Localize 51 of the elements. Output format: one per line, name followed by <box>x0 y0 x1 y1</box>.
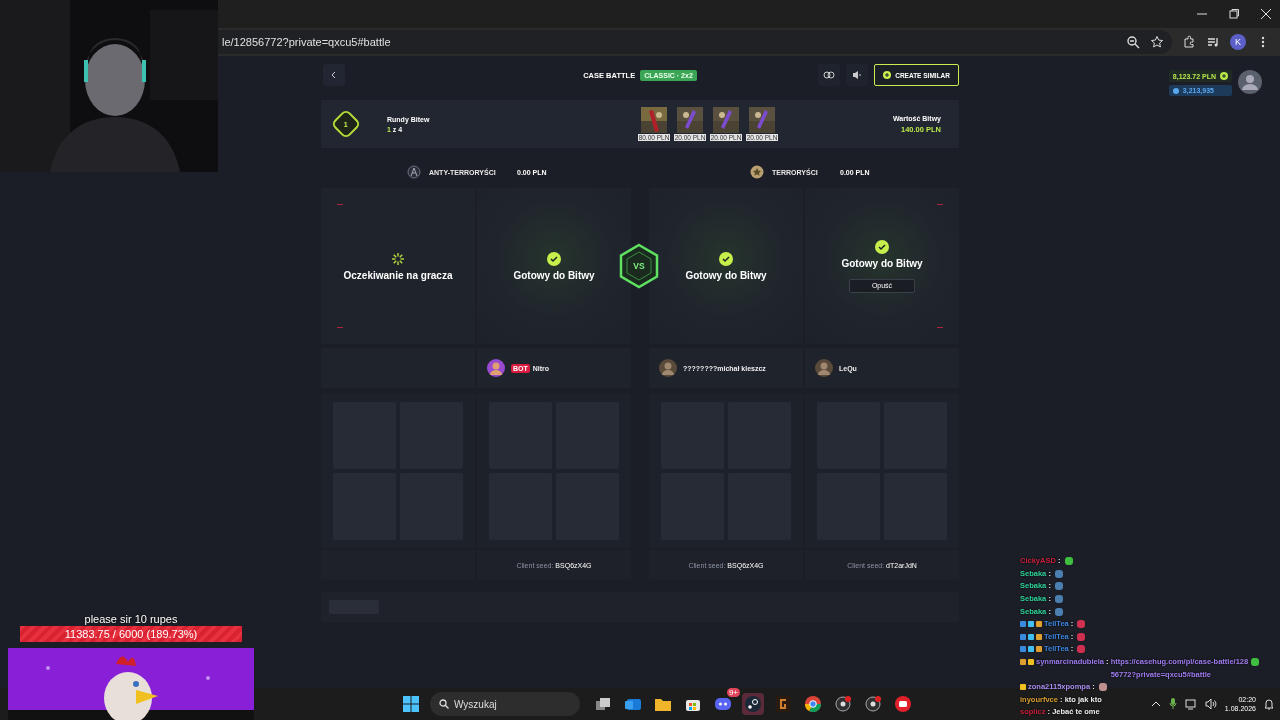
slot-status: Oczekiwanie na gracza <box>343 269 453 281</box>
zoom-icon[interactable] <box>1126 35 1140 49</box>
slot-status: Gotowy do Bitwy <box>685 269 767 281</box>
check-icon <box>719 251 733 266</box>
corner-mark <box>337 327 343 328</box>
profile-avatar[interactable]: K <box>1230 34 1246 50</box>
plus-icon[interactable] <box>1220 72 1228 80</box>
caret-up-icon[interactable] <box>1150 700 1161 708</box>
windows-logo-icon[interactable] <box>400 693 422 715</box>
slot-status: Gotowy do Bitwy <box>513 269 595 281</box>
recorder-icon[interactable] <box>832 693 854 715</box>
coin-icon <box>1172 87 1179 94</box>
avatar <box>815 359 833 377</box>
media-icon[interactable] <box>1206 35 1220 49</box>
microphone-icon[interactable] <box>1168 698 1177 710</box>
recorder-icon[interactable] <box>862 693 884 715</box>
address-bar[interactable]: le/12856772?private=qxcu5#battle <box>218 30 1172 54</box>
network-icon[interactable] <box>1184 698 1197 710</box>
link-button[interactable] <box>818 64 841 86</box>
team-emblem-icon <box>750 165 764 179</box>
search-field[interactable]: Wyszukaj <box>430 692 580 716</box>
avatar <box>659 359 677 377</box>
sound-button[interactable] <box>846 64 869 86</box>
versus-badge: VS <box>617 243 661 289</box>
donation-goal-title: please sir 10 rupes <box>84 613 178 625</box>
user-avatar[interactable] <box>1238 70 1262 94</box>
slot-status: Gotowy do Bitwy <box>841 257 923 269</box>
loading-spinner-icon <box>391 251 405 266</box>
speaker-icon <box>852 70 863 80</box>
game-launcher-icon[interactable] <box>742 693 764 715</box>
chat-app-icon[interactable] <box>715 697 731 711</box>
chevron-left-icon <box>330 71 338 79</box>
star-icon[interactable] <box>1150 35 1164 49</box>
check-icon <box>875 239 889 254</box>
link-icon <box>823 71 836 79</box>
notification-badge: 9+ <box>726 688 740 697</box>
close-icon[interactable] <box>1260 8 1272 20</box>
corner-mark <box>337 204 343 205</box>
avatar <box>487 359 505 377</box>
browser-icon[interactable] <box>802 693 824 715</box>
search-icon <box>439 699 449 709</box>
puzzle-icon[interactable] <box>1182 35 1196 49</box>
corner-mark <box>937 327 943 328</box>
corner-mark <box>937 204 943 205</box>
donation-progress-bar: 11383.75 / 6000 (189.73%) <box>20 626 242 642</box>
speaker-icon[interactable] <box>1204 698 1217 710</box>
team-emblem-icon <box>407 165 421 179</box>
restore-icon[interactable] <box>1228 8 1240 20</box>
check-icon <box>547 251 561 266</box>
plus-icon <box>883 71 892 79</box>
bell-icon[interactable] <box>1264 698 1274 710</box>
